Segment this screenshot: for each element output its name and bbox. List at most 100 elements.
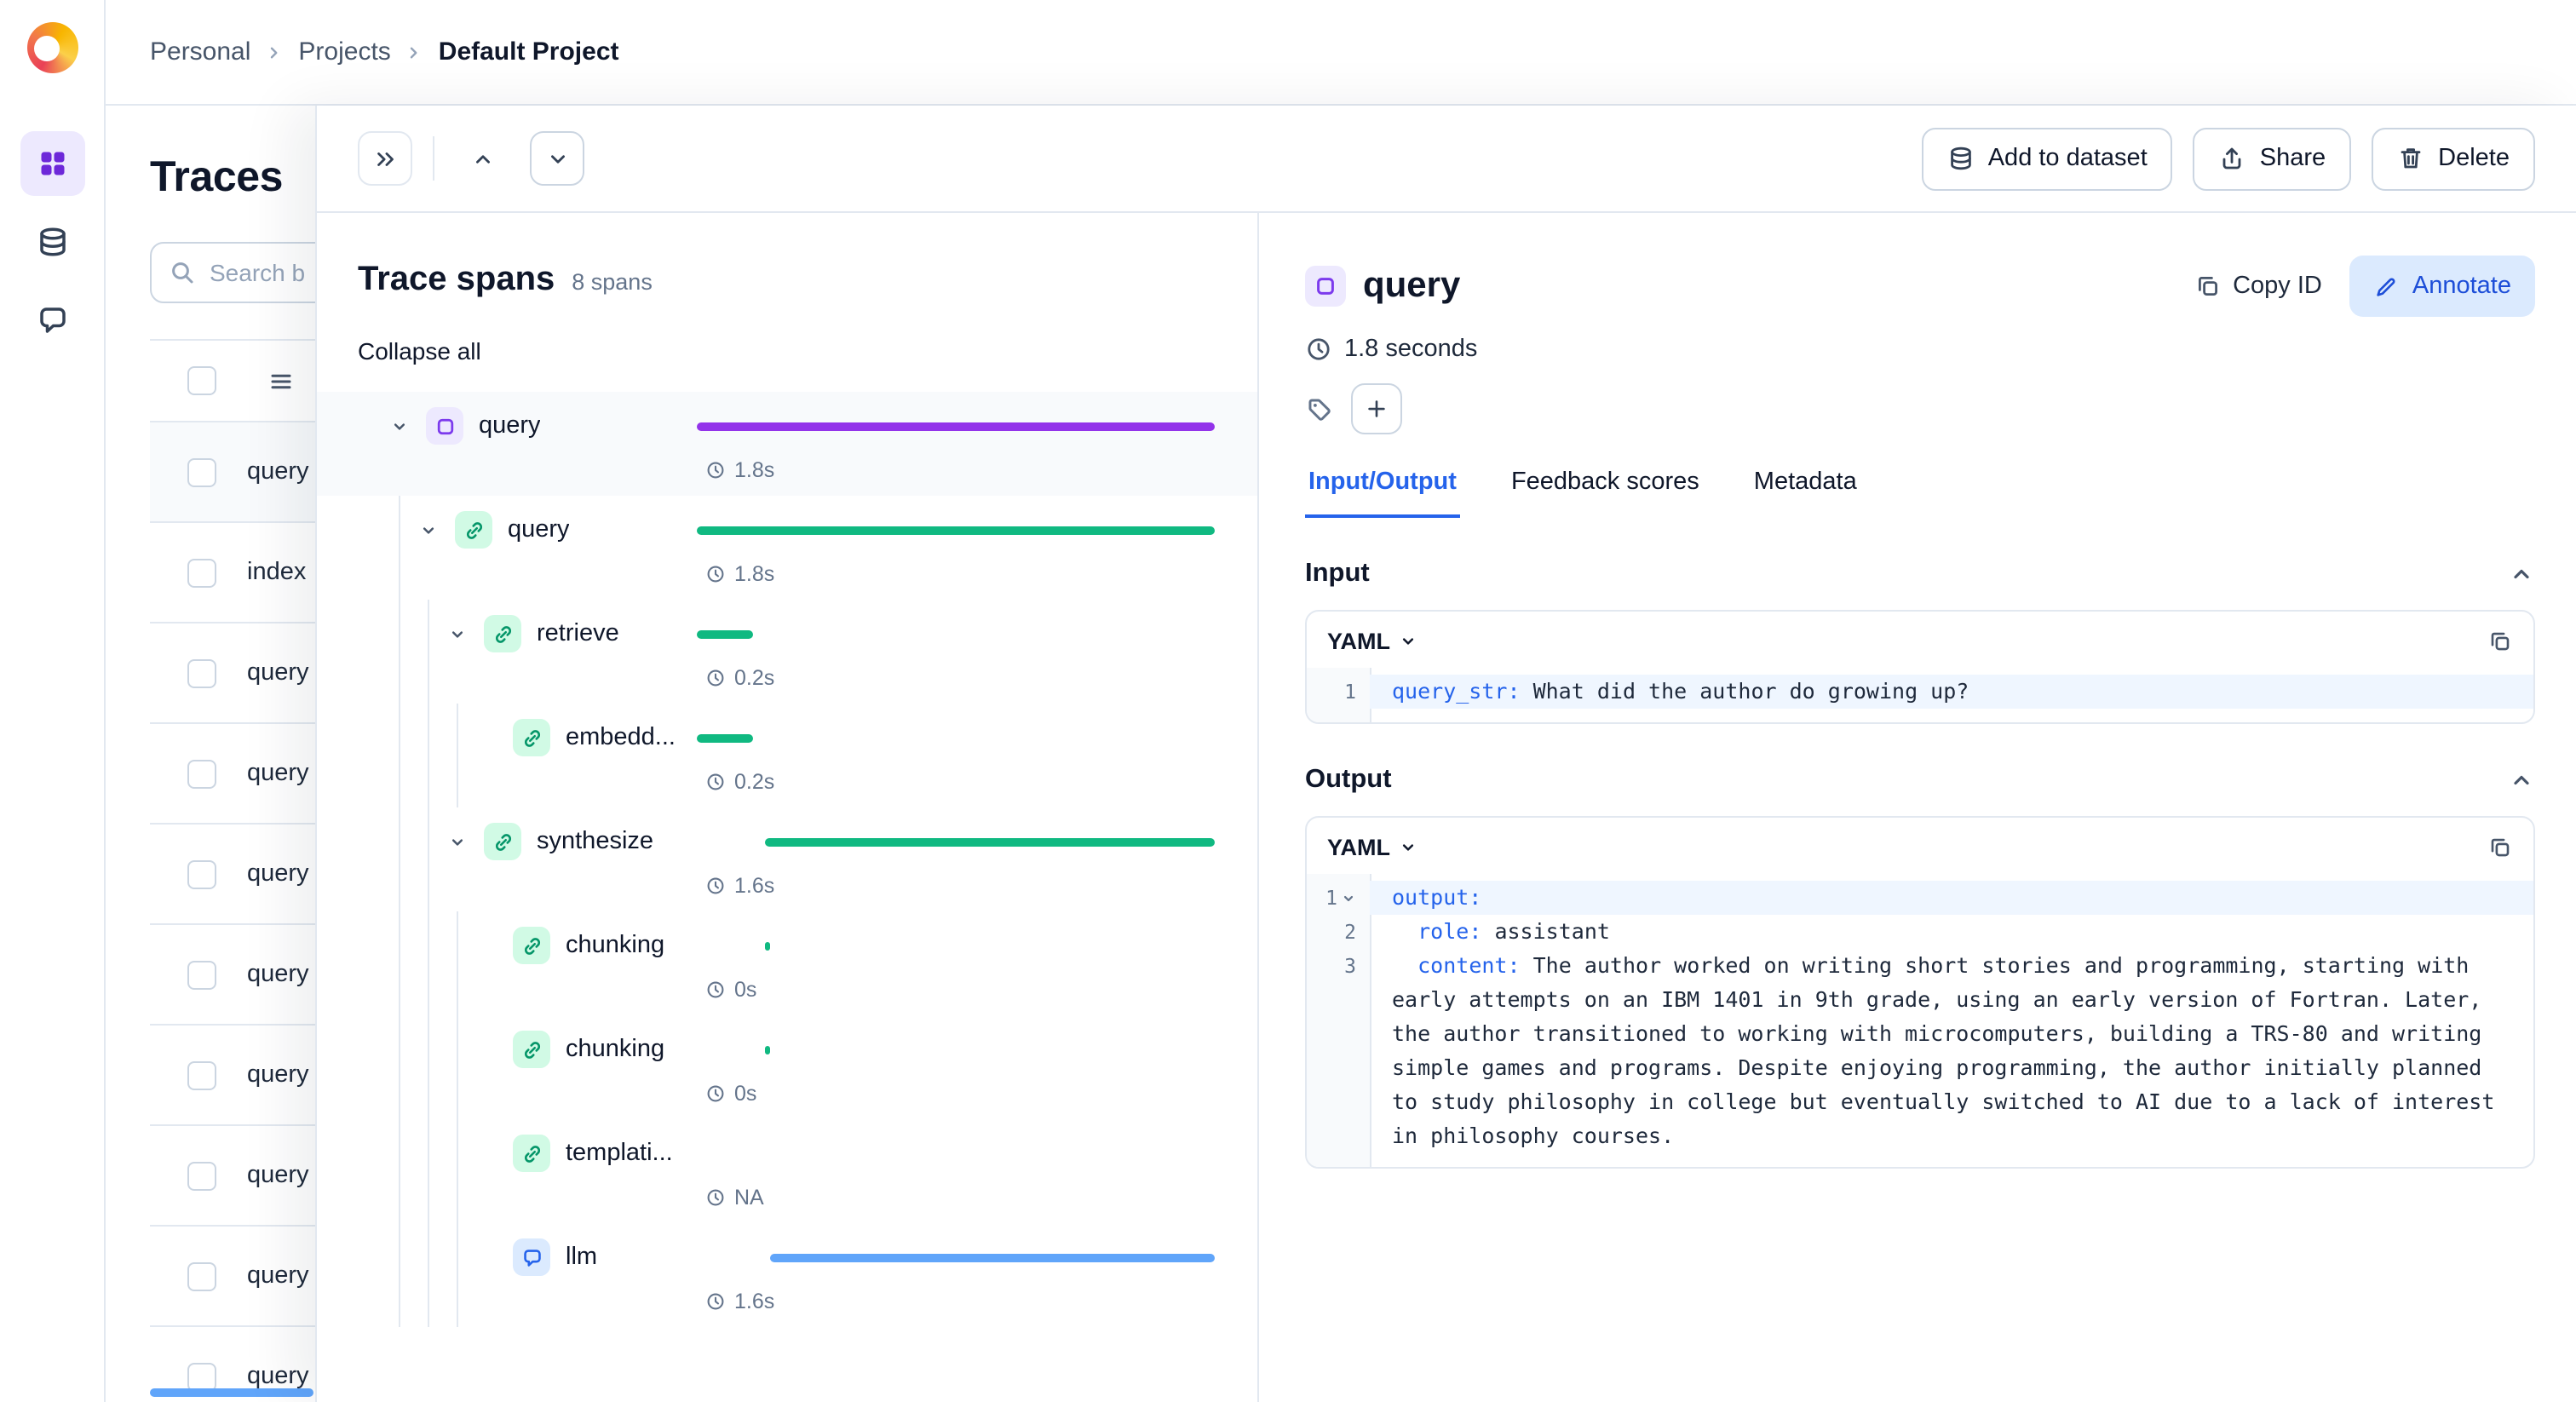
trace-duration-value: 1.8 seconds xyxy=(1344,336,1478,363)
detail-tab[interactable]: Input/Output xyxy=(1305,468,1460,518)
spans-count: 8 spans xyxy=(572,269,653,295)
output-section-title: Output xyxy=(1305,765,1392,794)
span-detail-title: query xyxy=(1363,266,1461,305)
code-line: 2 role: assistant xyxy=(1307,915,2533,949)
add-to-dataset-label: Add to dataset xyxy=(1987,145,2148,172)
row-checkbox[interactable] xyxy=(187,1161,216,1190)
annotate-button[interactable]: Annotate xyxy=(2349,256,2535,317)
row-checkbox[interactable] xyxy=(187,1261,216,1290)
trace-spans-pane: Trace spans 8 spans Collapse all query 1… xyxy=(317,213,1257,1402)
chevron-up-icon xyxy=(469,146,495,171)
span-duration-label: 0s xyxy=(734,1082,757,1106)
row-checkbox[interactable] xyxy=(187,558,216,587)
span-name: retrieve xyxy=(537,620,619,647)
input-format-select[interactable]: YAML xyxy=(1327,629,1417,654)
input-code-box: YAML 1 query_str: What did the author do… xyxy=(1305,610,2535,724)
copy-output-button[interactable] xyxy=(2487,835,2513,860)
row-checkbox[interactable] xyxy=(187,859,216,888)
copy-icon xyxy=(2487,835,2513,860)
clock-icon xyxy=(705,980,726,1000)
output-format-value: YAML xyxy=(1327,835,1391,860)
nav-feedback[interactable] xyxy=(20,288,84,353)
span-duration-label: 0.2s xyxy=(734,666,775,690)
span-row-main: templati... xyxy=(317,1128,1257,1179)
add-to-dataset-button[interactable]: Add to dataset xyxy=(1921,127,2173,190)
copy-id-button[interactable]: Copy ID xyxy=(2194,273,2322,300)
span-toggle-chevron-icon[interactable] xyxy=(440,825,474,859)
span-type-icon xyxy=(513,1135,550,1172)
span-type-icon xyxy=(1305,266,1346,307)
collapse-all-button[interactable]: Collapse all xyxy=(358,337,481,365)
chevron-down-icon xyxy=(1399,838,1417,857)
collapse-input-chevron-up-icon[interactable] xyxy=(2508,560,2535,588)
detail-tab[interactable]: Feedback scores xyxy=(1508,468,1703,518)
span-toggle-chevron-icon[interactable] xyxy=(382,409,416,443)
trace-span-row[interactable]: query 1.8s xyxy=(317,496,1257,600)
spans-title: Trace spans xyxy=(358,261,555,298)
row-checkbox[interactable] xyxy=(187,658,216,687)
span-row-main: llm xyxy=(317,1232,1257,1283)
collapse-panel-button[interactable] xyxy=(358,131,412,186)
double-chevron-right-icon xyxy=(372,146,398,171)
nav-datasets[interactable] xyxy=(20,210,84,274)
rail-nav xyxy=(20,131,84,353)
trace-detail-panel: Add to dataset Share Delete Trace spans xyxy=(315,106,2576,1402)
trace-span-row[interactable]: synthesize 1.6s xyxy=(317,807,1257,911)
trace-span-row[interactable]: retrieve 0.2s xyxy=(317,600,1257,704)
column-menu-button[interactable] xyxy=(267,367,295,394)
pen-icon xyxy=(2373,273,2399,299)
span-row-main: chunking xyxy=(317,1024,1257,1075)
add-tag-button[interactable] xyxy=(1351,383,1402,434)
row-checkbox[interactable] xyxy=(187,457,216,486)
trace-span-row[interactable]: embedd... 0.2s xyxy=(317,704,1257,807)
row-checkbox[interactable] xyxy=(187,1362,216,1391)
chevron-down-icon xyxy=(544,146,570,171)
previous-trace-button[interactable] xyxy=(455,131,509,186)
comments-icon xyxy=(35,303,69,337)
fold-chevron-icon xyxy=(1343,894,1354,901)
next-trace-button[interactable] xyxy=(530,131,584,186)
clock-icon xyxy=(705,668,726,688)
trace-name: query xyxy=(247,860,309,888)
span-type-icon xyxy=(513,927,550,964)
span-duration-bar xyxy=(769,1254,1215,1262)
plus-icon xyxy=(1365,397,1389,421)
collapse-output-chevron-up-icon[interactable] xyxy=(2508,767,2535,794)
output-code-area: 1 output: 2 role: assistant 3 content: T… xyxy=(1307,874,2533,1167)
trace-span-row[interactable]: templati... NA xyxy=(317,1119,1257,1223)
input-code-area: 1 query_str: What did the author do grow… xyxy=(1307,668,2533,722)
trace-span-row[interactable]: llm 1.6s xyxy=(317,1223,1257,1327)
clock-icon xyxy=(705,772,726,792)
span-type-icon xyxy=(513,1238,550,1276)
row-checkbox[interactable] xyxy=(187,960,216,989)
tag-icon xyxy=(1305,394,1334,423)
row-checkbox[interactable] xyxy=(187,1060,216,1089)
trace-span-row[interactable]: query 1.8s xyxy=(317,392,1257,496)
comet-logo[interactable] xyxy=(26,22,78,73)
nav-projects-grid[interactable] xyxy=(20,131,84,196)
breadcrumb-workspace[interactable]: Personal xyxy=(150,37,250,66)
span-duration-bar xyxy=(697,734,754,743)
span-toggle-chevron-icon[interactable] xyxy=(440,617,474,651)
span-toggle-chevron-icon[interactable] xyxy=(411,513,445,547)
trace-span-row[interactable]: chunking 0s xyxy=(317,1015,1257,1119)
code-text: query_str: What did the author do growin… xyxy=(1370,675,2533,709)
span-row-main: chunking xyxy=(317,920,1257,971)
trace-name: query xyxy=(247,1162,309,1189)
delete-button[interactable]: Delete xyxy=(2372,127,2535,190)
output-code-box: YAML 1 output: 2 role: assistant 3 conte… xyxy=(1305,816,2535,1169)
span-name: query xyxy=(508,516,570,543)
select-all-checkbox[interactable] xyxy=(187,366,216,395)
breadcrumb-projects[interactable]: Projects xyxy=(298,37,390,66)
horizontal-scrollbar-thumb[interactable] xyxy=(150,1388,313,1397)
span-type-icon xyxy=(484,615,521,652)
copy-input-button[interactable] xyxy=(2487,629,2513,654)
span-name: synthesize xyxy=(537,828,654,855)
span-row-main: retrieve xyxy=(317,608,1257,659)
detail-tab[interactable]: Metadata xyxy=(1751,468,1860,518)
row-checkbox[interactable] xyxy=(187,759,216,788)
output-format-select[interactable]: YAML xyxy=(1327,835,1417,860)
share-button[interactable]: Share xyxy=(2193,127,2352,190)
trace-span-row[interactable]: chunking 0s xyxy=(317,911,1257,1015)
span-duration-label: 1.6s xyxy=(734,874,775,898)
